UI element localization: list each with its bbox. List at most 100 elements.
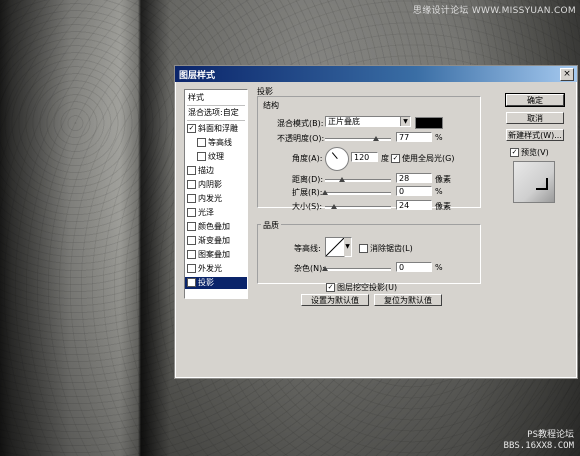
checkbox-box[interactable]: ✓ — [187, 277, 196, 287]
contour-dropdown[interactable]: ▼ — [344, 237, 352, 257]
size-input[interactable]: 24 — [396, 200, 432, 210]
angle-dial[interactable] — [325, 147, 349, 171]
distance-unit: 像素 — [435, 175, 451, 184]
blend-mode-select[interactable]: 正片叠底 ▼ — [325, 116, 411, 127]
style-list-item[interactable]: 渐变叠加 — [185, 235, 247, 247]
chevron-down-icon: ▼ — [344, 238, 351, 256]
spread-label: 扩展(R): — [292, 188, 323, 197]
size-label: 大小(S): — [292, 202, 323, 211]
structure-title: 结构 — [261, 100, 281, 111]
checkbox-box[interactable] — [187, 235, 196, 245]
spread-unit: % — [435, 187, 443, 196]
distance-input[interactable]: 28 — [396, 173, 432, 183]
style-list-item[interactable]: 等高线 — [185, 137, 247, 149]
close-icon: × — [563, 69, 571, 79]
style-list-item-label: 图案叠加 — [198, 250, 230, 259]
knockout-label: 图层挖空投影(U) — [337, 283, 398, 292]
angle-input[interactable]: 120 — [351, 152, 378, 162]
slider-thumb[interactable] — [322, 266, 328, 271]
anti-alias-label: 消除锯齿(L) — [370, 244, 413, 253]
watermark-bottom-line2: BBS.16XX8.COM — [503, 441, 574, 451]
checkbox-box[interactable] — [359, 244, 368, 253]
size-unit: 像素 — [435, 202, 451, 211]
ok-button[interactable]: 确定 — [505, 93, 565, 107]
slider-thumb[interactable] — [373, 136, 379, 141]
divider — [187, 105, 245, 106]
size-slider[interactable] — [325, 204, 391, 209]
style-list-item-label: 内发光 — [198, 194, 222, 203]
checkbox-box[interactable] — [197, 137, 206, 147]
contour-linear-icon — [326, 238, 344, 256]
contour-picker[interactable] — [325, 237, 345, 257]
style-list-item[interactable]: 图案叠加 — [185, 249, 247, 261]
preview-label: 预览(V) — [521, 148, 549, 157]
anti-alias-checkbox[interactable]: 消除锯齿(L) — [359, 243, 413, 254]
style-list-item[interactable]: 纹理 — [185, 151, 247, 163]
divider — [187, 120, 245, 121]
global-light-label: 使用全局光(G) — [402, 154, 455, 163]
shadow-color-swatch[interactable] — [415, 117, 443, 129]
close-button[interactable]: × — [560, 68, 574, 81]
blend-mode-value: 正片叠底 — [328, 117, 360, 126]
checkbox-box[interactable] — [187, 221, 196, 231]
slider-thumb[interactable] — [339, 177, 345, 182]
watermark-bottom-line1: PS教程论坛 — [527, 430, 574, 440]
style-list: 样式 混合选项:自定 ✓ 斜面和浮雕等高线纹理描边内阴影内发光光泽颜色叠加渐变叠加… — [184, 89, 248, 299]
style-list-item-label: 内阴影 — [198, 180, 222, 189]
checkbox-box[interactable] — [187, 179, 196, 189]
layer-style-dialog: 图层样式 × 样式 混合选项:自定 ✓ 斜面和浮雕等高线纹理描边内阴影内发光光泽颜… — [174, 65, 578, 379]
checkbox-box[interactable] — [187, 207, 196, 217]
checkbox-box[interactable]: ✓ — [510, 148, 519, 157]
checkbox-box[interactable] — [187, 263, 196, 273]
style-list-item-label: 纹理 — [208, 152, 224, 161]
style-list-header[interactable]: 样式 — [185, 92, 250, 104]
style-list-item[interactable]: 光泽 — [185, 207, 247, 219]
noise-slider[interactable] — [322, 266, 391, 271]
angle-dial-hand — [331, 152, 338, 159]
opacity-slider[interactable] — [325, 136, 391, 141]
style-list-item[interactable]: 内发光 — [185, 193, 247, 205]
reset-default-button[interactable]: 复位为默认值 — [374, 294, 442, 306]
checkbox-box[interactable]: ✓ — [391, 154, 400, 163]
style-list-item-label: 投影 — [198, 278, 214, 287]
watermark-bottom: PS教程论坛 BBS.16XX8.COM — [504, 430, 574, 452]
style-list-item[interactable]: 外发光 — [185, 263, 247, 275]
checkbox-box[interactable] — [187, 165, 196, 175]
style-list-item-label: 等高线 — [208, 138, 232, 147]
checkbox-box[interactable]: ✓ — [187, 123, 196, 133]
contour-label: 等高线: — [294, 244, 321, 253]
distance-slider[interactable] — [325, 177, 391, 182]
noise-input[interactable]: 0 — [396, 262, 432, 272]
checkbox-box[interactable]: ✓ — [326, 283, 335, 292]
style-list-item[interactable]: 描边 — [185, 165, 247, 177]
opacity-unit: % — [435, 133, 443, 142]
style-list-item-label: 外发光 — [198, 264, 222, 273]
checkbox-box[interactable] — [187, 249, 196, 259]
chevron-down-icon: ▼ — [400, 117, 410, 126]
dialog-title: 图层样式 — [179, 71, 216, 81]
opacity-input[interactable]: 77 — [396, 132, 432, 142]
knockout-checkbox[interactable]: ✓ 图层挖空投影(U) — [326, 282, 397, 293]
slider-thumb[interactable] — [331, 204, 337, 209]
angle-label: 角度(A): — [292, 154, 323, 163]
style-list-item[interactable]: 颜色叠加 — [185, 221, 247, 233]
slider-thumb[interactable] — [322, 190, 328, 195]
style-list-item[interactable]: 内阴影 — [185, 179, 247, 191]
spread-input[interactable]: 0 — [396, 186, 432, 196]
style-list-item[interactable]: ✓ 投影 — [185, 277, 247, 289]
checkbox-box[interactable] — [197, 151, 206, 161]
blend-options-item[interactable]: 混合选项:自定 — [185, 107, 250, 119]
quality-title: 品质 — [261, 220, 281, 231]
spread-slider[interactable] — [322, 190, 391, 195]
global-light-checkbox[interactable]: ✓ 使用全局光(G) — [391, 153, 454, 164]
style-list-item[interactable]: ✓ 斜面和浮雕 — [185, 123, 247, 135]
set-default-button[interactable]: 设置为默认值 — [301, 294, 369, 306]
quality-group — [257, 224, 481, 284]
style-list-item-label: 渐变叠加 — [198, 236, 230, 245]
checkbox-box[interactable] — [187, 193, 196, 203]
noise-label: 杂色(N): — [294, 264, 325, 273]
cancel-button[interactable]: 取消 — [506, 112, 564, 124]
dialog-titlebar[interactable]: 图层样式 × — [175, 66, 577, 82]
preview-checkbox[interactable]: ✓ 预览(V) — [510, 147, 549, 158]
new-style-button[interactable]: 新建样式(W)... — [506, 129, 564, 141]
